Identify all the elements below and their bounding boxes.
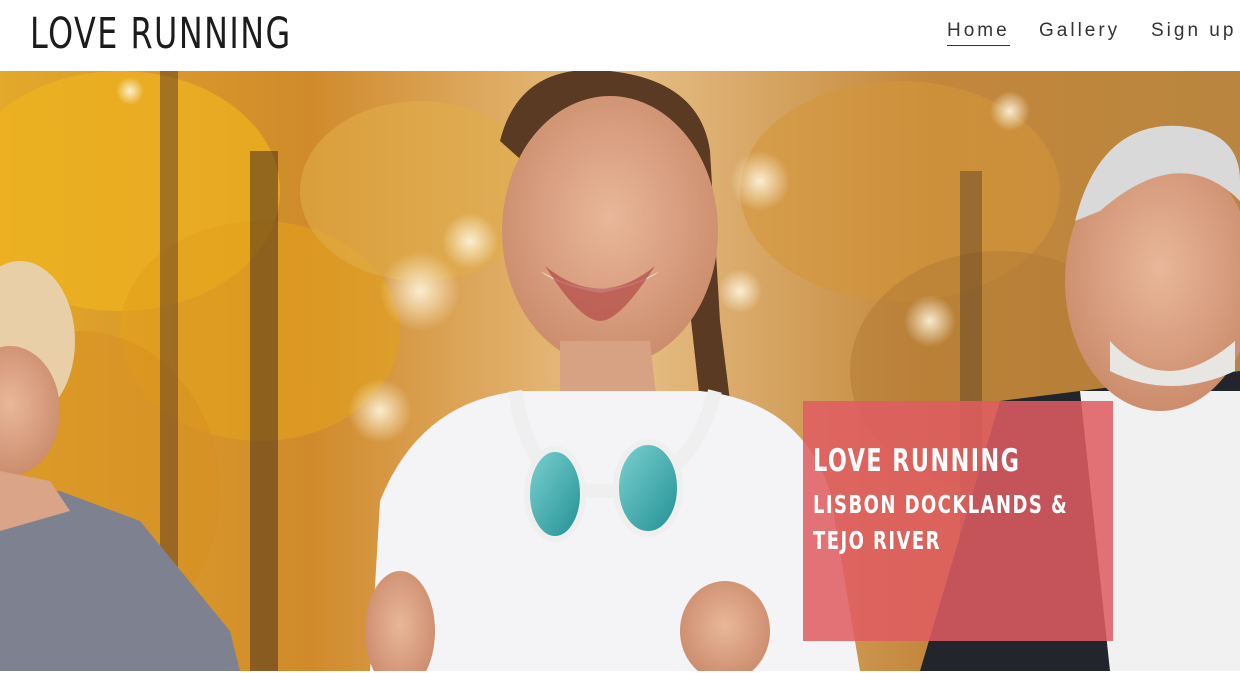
hero-caption-subtitle: LISBON DOCKLANDS & TEJO RIVER	[813, 490, 1069, 555]
nav-home[interactable]: Home	[947, 20, 1010, 46]
site-header: LOVE RUNNING Home Gallery Sign up	[0, 0, 1240, 71]
nav-gallery[interactable]: Gallery	[1039, 20, 1120, 45]
hero-banner: LOVE RUNNING LISBON DOCKLANDS & TEJO RIV…	[0, 71, 1240, 671]
hero-caption-box: LOVE RUNNING LISBON DOCKLANDS & TEJO RIV…	[803, 401, 1113, 641]
nav-sign-up[interactable]: Sign up	[1151, 20, 1236, 45]
hero-caption-title: LOVE RUNNING	[813, 443, 1021, 479]
main-nav: Home Gallery Sign up	[0, 20, 1240, 50]
